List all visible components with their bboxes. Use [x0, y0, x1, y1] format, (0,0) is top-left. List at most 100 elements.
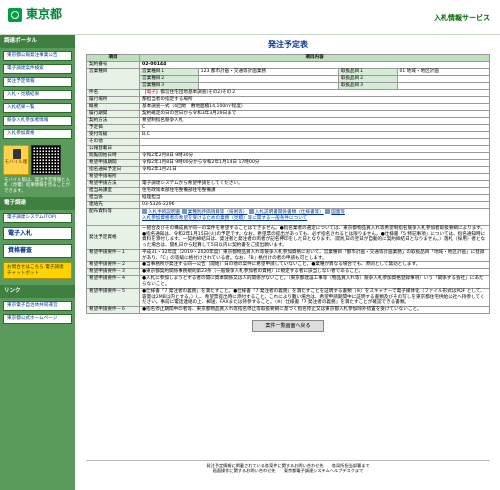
table-row: 希望申請要件－３ ●東京都契約関係事務規則第23条（一般競争入札参加者の資格）に規… — [86, 268, 490, 277]
row-value: 基本調査一式（4団地 敷地面積14,100ｍ²程度） — [139, 103, 490, 111]
sub-value — [197, 82, 339, 90]
row-value: 希望制指名競争入札 — [139, 117, 490, 125]
table-row: 発注予定資格 一組合及びその構成員が同一の案件を希望することはできません。●指名業… — [86, 225, 490, 250]
download-link[interactable]: 図面等 — [331, 210, 345, 215]
row-value: ●東京都契約関係事務規則第23条（一般競争入札参加者の資格）に規定する者に該当し… — [139, 268, 490, 277]
download-link[interactable]: 入札参加資格者の希望を受けるための業務（見積）等に関する一般条件について — [142, 216, 307, 221]
footer-line-2: 画面操作に関するお問い合わせ先 東京都電子調達システムヘルプデスクまで — [212, 468, 364, 474]
row-value: 一組合及びその構成員が同一の案件を希望することはできません。●指名業者の選定につ… — [139, 225, 490, 250]
kenmei-text: 都営住宅団地基本調査(その2)その２ — [160, 90, 236, 95]
sub-value — [396, 82, 490, 90]
row-value: ●当事務所が発注する同一公告（開始）日の他の案件に希望申請していないこと。●業種… — [139, 261, 490, 270]
table-row: 公報登載日 — [86, 145, 490, 153]
pdf-icon — [181, 209, 187, 214]
table-row: 履行場所 都担当者の指定する場所 — [86, 96, 490, 104]
sidebar-item-denshi-top[interactable]: 電子調達システム(TOP) — [3, 213, 72, 223]
sidebar-item-search[interactable]: 電子調達案件検索 — [3, 63, 72, 74]
table-row: 希望申請要件－１ 平成31・32年度（2019・2020年度）東京都物品買入れ等競… — [86, 248, 490, 263]
row-label: 概要 — [86, 103, 140, 111]
tokyo-logo[interactable]: 東京都 — [8, 7, 62, 22]
row-label: 担当係 — [86, 194, 140, 202]
sidebar-section-links: リンク — [0, 285, 75, 299]
row-value: 入札手続説明書 業種別評価項目等（技術等） 入札説明書関係書類（仕様書等） 図面… — [139, 208, 490, 226]
header: 東京都 入札情報サービス — [0, 0, 500, 35]
row-label: 契約番号 — [86, 61, 140, 69]
download-link[interactable]: 業種別評価項目等（技術等） — [188, 210, 248, 215]
row-label: 履行場所 — [86, 96, 140, 104]
mobile-phone-icon[interactable]: モバイル版 — [3, 144, 29, 175]
sub-label: 営業種目２ — [139, 75, 199, 83]
row-value: C — [139, 124, 490, 132]
link-kyodo-unei[interactable]: 東京電子自治体共同運営 — [3, 301, 72, 312]
col-content: 項目内容 — [139, 54, 490, 62]
table-row: 担当局課室 住宅政策本部住宅整備部住宅整備課 — [86, 187, 490, 195]
qr-code-icon — [31, 144, 61, 175]
tokyo-emblem-icon — [8, 7, 22, 22]
row-label: 希望申請要件－１ — [86, 248, 140, 263]
row-label: 希望申請要件－６ — [86, 306, 140, 315]
row-label: 希望申請方法 — [86, 180, 140, 188]
mobile-note: モバイル版は、発注予定情報と入札（見積）結果情報を見ることができます。 — [4, 177, 70, 194]
table-row: 希望申請要件－５ ●仕様書「7 発注者の義務」を満たすこと。●仕様書「7 発注者の… — [86, 287, 490, 308]
sub-label: 営業種目１ — [139, 68, 199, 76]
download-link[interactable]: 入札説明書関係書類（仕様書等） — [255, 210, 324, 215]
sidebar-item-results[interactable]: 入札・見積結果 — [3, 89, 72, 100]
row-value: B,C — [139, 131, 490, 139]
row-value: 03-5326-2296 — [139, 201, 490, 209]
row-value: 電子調達システムから希望申請をしてください。 — [139, 180, 490, 188]
sub-value — [197, 75, 339, 83]
row-label: 希望申請要件－３ — [86, 268, 140, 277]
row-value: 契約確定の日の翌日から令和3年3月29日まで — [139, 110, 490, 118]
service-title: 入札情報サービス — [434, 14, 490, 22]
table-row: 契約方法 希望制指名競争入札 — [86, 117, 490, 125]
table-row: 概要 基本調査一式（4団地 敷地面積14,100ｍ²程度） — [86, 103, 490, 111]
sidebar-item-result-list[interactable]: 入札結果一覧 — [3, 102, 72, 113]
row-value: 令和2年1月21日 — [139, 166, 490, 174]
table-row: 希望申請要件－４ ●入札に参加しようとする者の間に資本関係又は人的関係がないこと。… — [86, 275, 490, 289]
table-row: 希望申請要件－２ ●当事務所が発注する同一公告（開始）日の他の案件に希望申請してい… — [86, 261, 490, 270]
sidebar-item-qualification[interactable]: 入札参加資格 — [3, 128, 72, 139]
sidebar-section-denshi: 電子調達 — [0, 197, 75, 211]
denshi-nyusatsu-button[interactable]: 電子入札 — [3, 226, 72, 241]
sub-value — [396, 75, 490, 83]
download-link[interactable]: 入札手続説明書 — [148, 210, 180, 215]
shikaku-shinsa-button[interactable]: 資格審査 — [3, 244, 72, 258]
row-label: 指名通知予定日 — [86, 166, 140, 174]
sub-label: 営業種目３ — [139, 82, 199, 90]
sidebar-item-participants[interactable]: 競争入札参加者情報 — [3, 115, 72, 126]
sidebar-item-schedule[interactable]: 発注予定情報 — [3, 76, 72, 87]
col-item: 項目 — [86, 54, 140, 62]
table-row: 受付等級 B,C — [86, 131, 490, 139]
pdf-icon — [248, 209, 254, 214]
mobile-box: モバイル版 — [3, 144, 72, 175]
table-row: 連絡先 03-5326-2296 — [86, 201, 490, 209]
row-label: 担当局課室 — [86, 187, 140, 195]
sidebar-item-koho[interactable]: 東京都公報発注事業公告 — [3, 50, 72, 61]
row-value: 住宅政策本部住宅整備部住宅整備課 — [139, 187, 490, 195]
row-label: 希望申請要件－４ — [86, 275, 140, 289]
sub-label: 取扱品目３ — [337, 82, 398, 90]
row-value: ●仕様書「7 発注者の義務」を満たすこと。●仕様書「7 発注者の義務」を満たすこ… — [139, 287, 490, 308]
sidebar: 調達ポータル 東京都公報発注事業公告 電子調達案件検索 発注予定情報 入札・見積… — [0, 35, 75, 490]
logo-text: 東京都 — [26, 7, 63, 21]
table-row: その他 — [86, 138, 490, 146]
table-row: 営業種目３ 取扱品目３ — [87, 82, 490, 90]
link-tokyo-official[interactable]: 東京都公式ホームページ — [3, 314, 72, 324]
table-row: 営業種目 営業種目１ 123 都市計画・交通等計画業務 取扱品目１ 01 地域・地区… — [86, 68, 490, 90]
row-value: ●指名停止期間中の者等、東京都物品買入れ等指名停止等取扱要綱に基づく指名停止又は… — [139, 306, 490, 315]
row-value: 平成31・32年度（2019・2020年度）東京都物品買入れ等競争入札参加資格に… — [139, 248, 490, 263]
back-to-list-button[interactable]: 案件一覧画面へ戻る — [252, 320, 324, 333]
row-label: 閲覧開始日時 — [86, 152, 140, 160]
row-label: 公報登載日 — [86, 145, 140, 153]
sub-label: 取扱品目２ — [337, 75, 398, 83]
table-row: 希望申請期間 令和2年1月8日 9時00分から令和2年1月14日 17時00分 — [86, 159, 490, 167]
row-value: 令和2年1月8日 9時00分から令和2年1月14日 17時00分 — [139, 159, 490, 167]
row-label: その他 — [86, 138, 140, 146]
table-row: 件名 【電子】都営住宅団地基本調査(その2)その２ — [86, 89, 490, 97]
sub-label: 取扱品目１ — [337, 68, 398, 76]
mobile-label: モバイル版 — [4, 159, 28, 165]
chatbot-button[interactable]: お問合せはこちら 電子調達チャットボット — [3, 261, 72, 280]
table-row: 指名通知予定日 令和2年1月21日 — [86, 166, 490, 174]
electronic-tag: 【電子】 — [142, 90, 161, 95]
page-title: 発注予定表 — [268, 40, 308, 49]
